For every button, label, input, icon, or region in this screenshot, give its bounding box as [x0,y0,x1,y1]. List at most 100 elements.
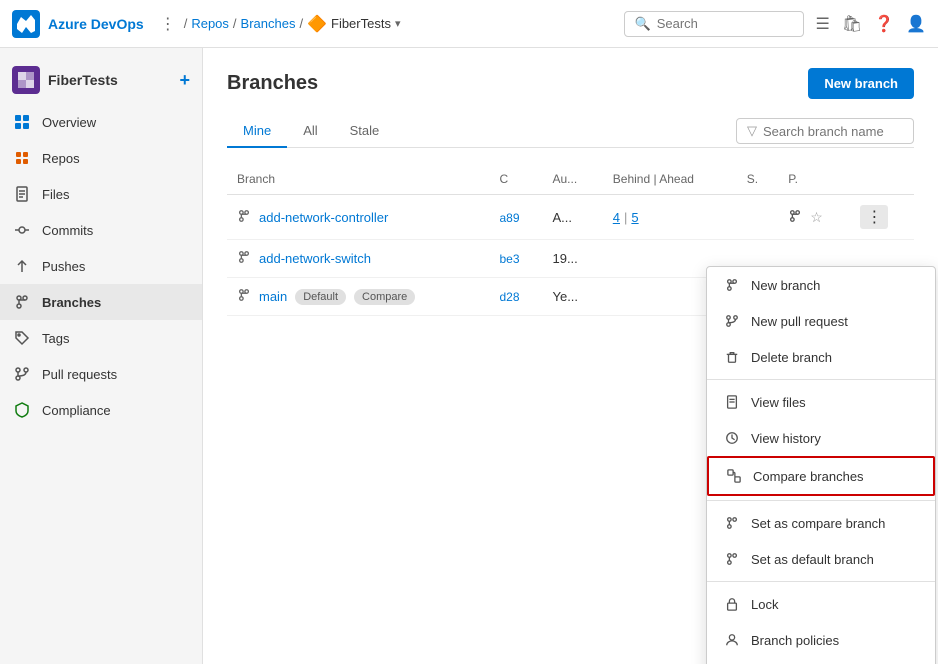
sidebar-project: FiberTests + [0,56,202,104]
commit-cell: be3 [490,240,543,278]
more-button[interactable]: ⋮ [860,205,888,229]
star-icon[interactable]: ☆ [810,209,823,226]
search-box[interactable]: 🔍 [624,11,804,37]
commit-cell: a89 [490,195,543,240]
tab-stale[interactable]: Stale [334,115,396,148]
settings-icon[interactable]: ☰ [816,14,830,34]
sidebar-item-overview[interactable]: Overview [0,104,202,140]
pullrequests-icon [12,364,32,384]
menu-item-lock[interactable]: Lock [707,586,935,622]
branches-icon [12,292,32,312]
commit-link[interactable]: d28 [500,290,520,304]
branch-name-link[interactable]: add-network-controller [259,210,388,225]
branch-icon [237,209,251,226]
ahead-count[interactable]: 5 [631,210,638,225]
commit-link[interactable]: be3 [500,252,520,266]
compliance-icon [12,400,32,420]
menu-item-view-history[interactable]: View history [707,420,935,456]
branch-action-icon[interactable] [788,209,802,226]
p-cell: ☆ [778,195,850,240]
sidebar-item-commits[interactable]: Commits [0,212,202,248]
author-cell: Ye... [542,278,602,316]
search-input[interactable] [657,16,787,31]
help-icon[interactable]: ❓ [874,14,894,34]
col-c: C [490,164,543,195]
menu-set-compare-icon [723,514,741,532]
sidebar-item-label: Branches [42,295,101,310]
menu-item-security[interactable]: Branch security [707,658,935,664]
overview-icon [12,112,32,132]
menu-compare-icon [725,467,743,485]
tab-group: Mine All Stale [227,115,395,147]
menu-item-label: Compare branches [753,469,864,484]
more-cell: ⋮ [850,195,914,240]
breadcrumb-current: 🔶 FiberTests ▾ [307,14,400,34]
breadcrumb-repos[interactable]: Repos [191,16,229,31]
repos-icon [12,148,32,168]
branch-icon [237,250,251,267]
menu-item-label: Lock [751,597,778,612]
context-menu: New branch New pull request Delete branc… [706,266,936,664]
page-title: Branches [227,72,318,95]
sidebar-project-name: FiberTests [48,72,118,88]
breadcrumb-project: FiberTests [331,16,391,31]
menu-item-policies[interactable]: Branch policies [707,622,935,658]
sidebar-item-tags[interactable]: Tags [0,320,202,356]
sidebar-item-label: Commits [42,223,93,238]
menu-set-default-icon [723,550,741,568]
menu-item-delete-branch[interactable]: Delete branch [707,339,935,375]
menu-item-label: Delete branch [751,350,832,365]
new-branch-button[interactable]: New branch [808,68,914,99]
sidebar-item-label: Compliance [42,403,111,418]
menu-item-label: Set as compare branch [751,516,885,531]
tab-mine[interactable]: Mine [227,115,287,148]
pushes-icon [12,256,32,276]
sidebar-item-label: Overview [42,115,96,130]
menu-item-set-default[interactable]: Set as default branch [707,541,935,577]
breadcrumb-sep: / [184,16,188,31]
behind-count[interactable]: 4 [613,210,620,225]
sidebar-item-label: Tags [42,331,69,346]
branch-name-link[interactable]: add-network-switch [259,251,371,266]
branch-search-box[interactable]: ▽ [736,118,914,144]
commit-link[interactable]: a89 [500,211,520,225]
sidebar-item-branches[interactable]: Branches [0,284,202,320]
sidebar-item-label: Repos [42,151,80,166]
branch-icon [237,288,251,305]
filter-icon: ▽ [747,123,757,139]
bag-icon[interactable]: 🛍 [842,14,862,34]
sidebar: FiberTests + Overview Repos Files Com [0,48,203,664]
sidebar-item-pullrequests[interactable]: Pull requests [0,356,202,392]
compare-badge: Compare [354,289,415,305]
menu-item-new-branch[interactable]: New branch [707,267,935,303]
sidebar-item-files[interactable]: Files [0,176,202,212]
user-icon[interactable]: 👤 [906,14,926,34]
author-cell: A... [542,195,602,240]
menu-item-view-files[interactable]: View files [707,384,935,420]
menu-item-new-pr[interactable]: New pull request [707,303,935,339]
chevron-down-icon[interactable]: ▾ [395,17,401,30]
tab-all[interactable]: All [287,115,333,148]
author-cell: 19... [542,240,602,278]
sidebar-item-pushes[interactable]: Pushes [0,248,202,284]
behind-ahead-cell: 4 | 5 [603,195,737,240]
sidebar-item-repos[interactable]: Repos [0,140,202,176]
menu-divider-1 [707,379,935,380]
breadcrumb-branches[interactable]: Branches [241,16,296,31]
default-badge: Default [295,289,346,305]
app-logo[interactable]: Azure DevOps [12,10,144,38]
sidebar-item-compliance[interactable]: Compliance [0,392,202,428]
main-content: Branches New branch Mine All Stale ▽ Bra… [203,48,938,664]
logo-icon [12,10,40,38]
tabs-bar: Mine All Stale ▽ [227,115,914,148]
col-s: S. [737,164,778,195]
more-apps-icon[interactable]: ⋮ [160,14,176,34]
branch-search-input[interactable] [763,124,903,139]
menu-item-label: Set as default branch [751,552,874,567]
menu-item-compare-branches[interactable]: Compare branches [707,456,935,496]
branch-cell: add-network-switch [227,240,490,278]
menu-item-set-compare[interactable]: Set as compare branch [707,505,935,541]
add-project-icon[interactable]: + [179,70,190,91]
branch-name-link[interactable]: main [259,289,287,304]
layout: FiberTests + Overview Repos Files Com [0,48,938,664]
